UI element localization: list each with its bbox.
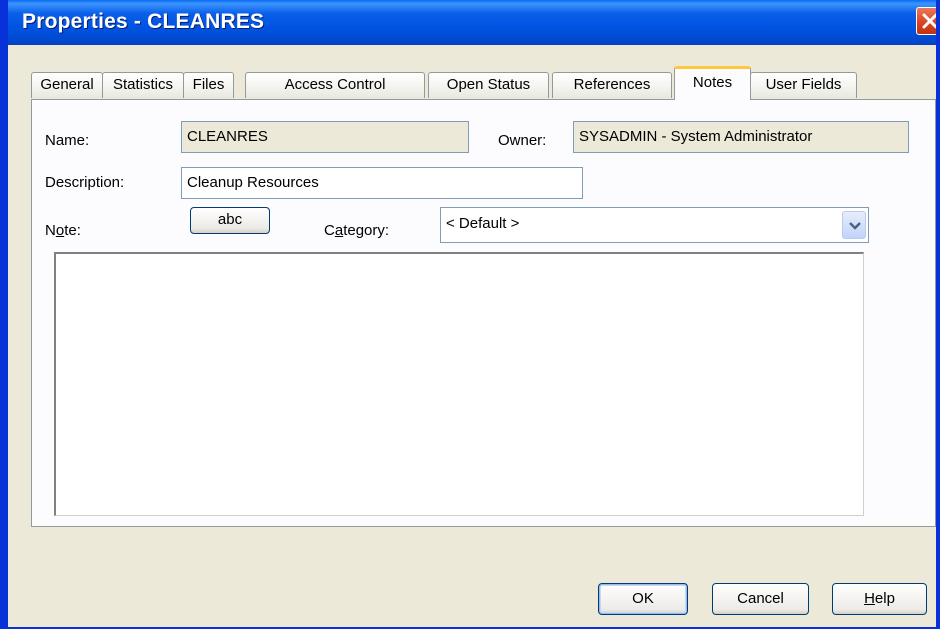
tab-strip: General Statistics Files Access Control … xyxy=(31,66,931,100)
window-title: Properties - CLEANRES xyxy=(22,10,265,33)
note-label-start: N xyxy=(45,222,56,239)
owner-label: Owner: xyxy=(498,132,547,149)
tab-notes[interactable]: Notes xyxy=(674,66,751,100)
tab-user-fields[interactable]: User Fields xyxy=(750,72,857,98)
spell-check-button[interactable]: abc xyxy=(190,207,270,234)
tab-files[interactable]: Files xyxy=(183,72,234,98)
description-field[interactable]: Cleanup Resources xyxy=(181,167,583,199)
notes-tab-panel: Name: CLEANRES Owner: SYSADMIN - System … xyxy=(31,99,936,527)
category-value: < Default > xyxy=(446,215,520,232)
category-label-end: tegory: xyxy=(343,222,390,239)
help-button[interactable]: Help xyxy=(832,583,927,615)
chevron-down-icon xyxy=(849,222,861,230)
name-label: Name: xyxy=(45,132,90,149)
properties-dialog: Properties - CLEANRES General Statistics… xyxy=(0,0,940,629)
name-field[interactable]: CLEANRES xyxy=(181,121,469,153)
owner-field[interactable]: SYSADMIN - System Administrator xyxy=(573,121,909,153)
tab-access-control[interactable]: Access Control xyxy=(245,72,425,98)
category-label-start: C xyxy=(324,222,335,239)
ok-button[interactable]: OK xyxy=(598,583,688,615)
cancel-button[interactable]: Cancel xyxy=(712,583,809,615)
note-label: Note: xyxy=(45,222,81,239)
category-dropdown[interactable]: < Default > xyxy=(440,207,869,243)
category-label: Category: xyxy=(324,222,389,239)
note-textarea[interactable] xyxy=(54,252,864,516)
close-button[interactable] xyxy=(916,7,936,35)
category-dropdown-button[interactable] xyxy=(842,211,866,239)
tab-statistics[interactable]: Statistics xyxy=(102,72,184,98)
tab-references[interactable]: References xyxy=(552,72,672,98)
category-label-accel: a xyxy=(334,222,344,239)
tab-general[interactable]: General xyxy=(31,72,103,98)
title-bar[interactable]: Properties - CLEANRES xyxy=(8,0,936,45)
tab-open-status[interactable]: Open Status xyxy=(428,72,549,98)
help-label-rest: elp xyxy=(874,590,895,607)
note-label-end: te: xyxy=(64,222,81,239)
note-label-accel: o xyxy=(55,222,65,239)
help-accel: H xyxy=(864,590,875,607)
close-icon xyxy=(922,13,936,29)
description-label: Description: xyxy=(45,174,125,191)
